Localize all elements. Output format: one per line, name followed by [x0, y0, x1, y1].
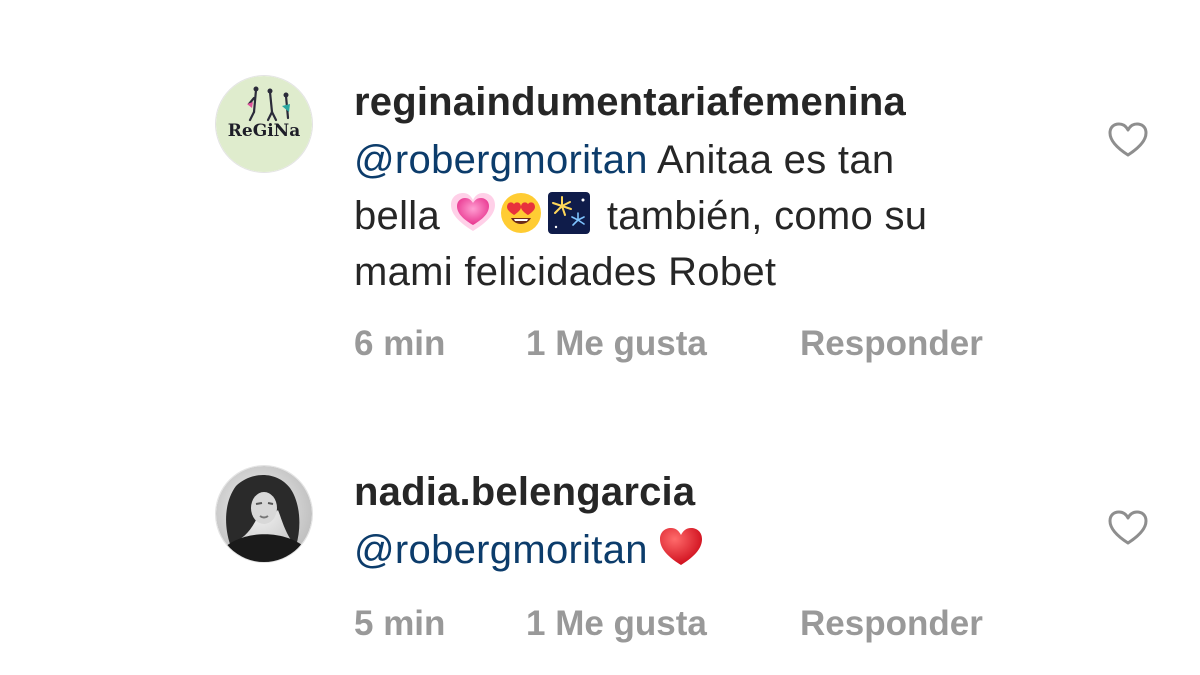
comment-text: @robergmoritan Anitaa es tan bella tambi… — [354, 132, 1054, 300]
comment-time: 5 min — [354, 604, 446, 643]
mention-link[interactable]: @robergmoritan — [354, 528, 648, 572]
comment-text-line3: mami felicidades Robet — [354, 250, 777, 294]
avatar[interactable] — [216, 466, 312, 562]
avatar-brand-text: ReGiNa — [228, 121, 300, 141]
reply-button[interactable]: Responder — [800, 324, 983, 364]
growing-heart-emoji — [451, 191, 496, 235]
avatar[interactable]: ReGiNa — [216, 76, 312, 172]
comment-meta: 6 min 1 Me gusta Responder — [354, 324, 983, 364]
reply-button[interactable]: Responder — [800, 604, 983, 644]
comment-body: reginaindumentariafemenina @robergmorita… — [354, 72, 1054, 363]
comment-body: nadia.belengarcia @robergmoritan 5 min 1 … — [354, 462, 1054, 643]
mention-link[interactable]: @robergmoritan — [354, 138, 648, 182]
red-heart-emoji — [659, 525, 703, 569]
fireworks-emoji — [547, 191, 591, 235]
comment-username[interactable]: nadia.belengarcia — [354, 462, 1054, 522]
comment-text-line2-start: bella — [354, 194, 452, 238]
comment-text-line1: Anitaa es tan — [647, 138, 895, 182]
like-heart-icon[interactable] — [1106, 506, 1150, 550]
comment-text: @robergmoritan — [354, 522, 1054, 578]
comment-meta: 5 min 1 Me gusta Responder — [354, 604, 983, 644]
heart-eyes-emoji — [499, 191, 543, 235]
like-count-link[interactable]: 1 Me gusta — [526, 604, 800, 644]
comment-username[interactable]: reginaindumentariafemenina — [354, 72, 1054, 132]
like-count-link[interactable]: 1 Me gusta — [526, 324, 800, 364]
comment-text-line2-end: también, como su — [595, 194, 928, 238]
like-heart-icon[interactable] — [1106, 118, 1150, 162]
comment-time: 6 min — [354, 324, 446, 363]
